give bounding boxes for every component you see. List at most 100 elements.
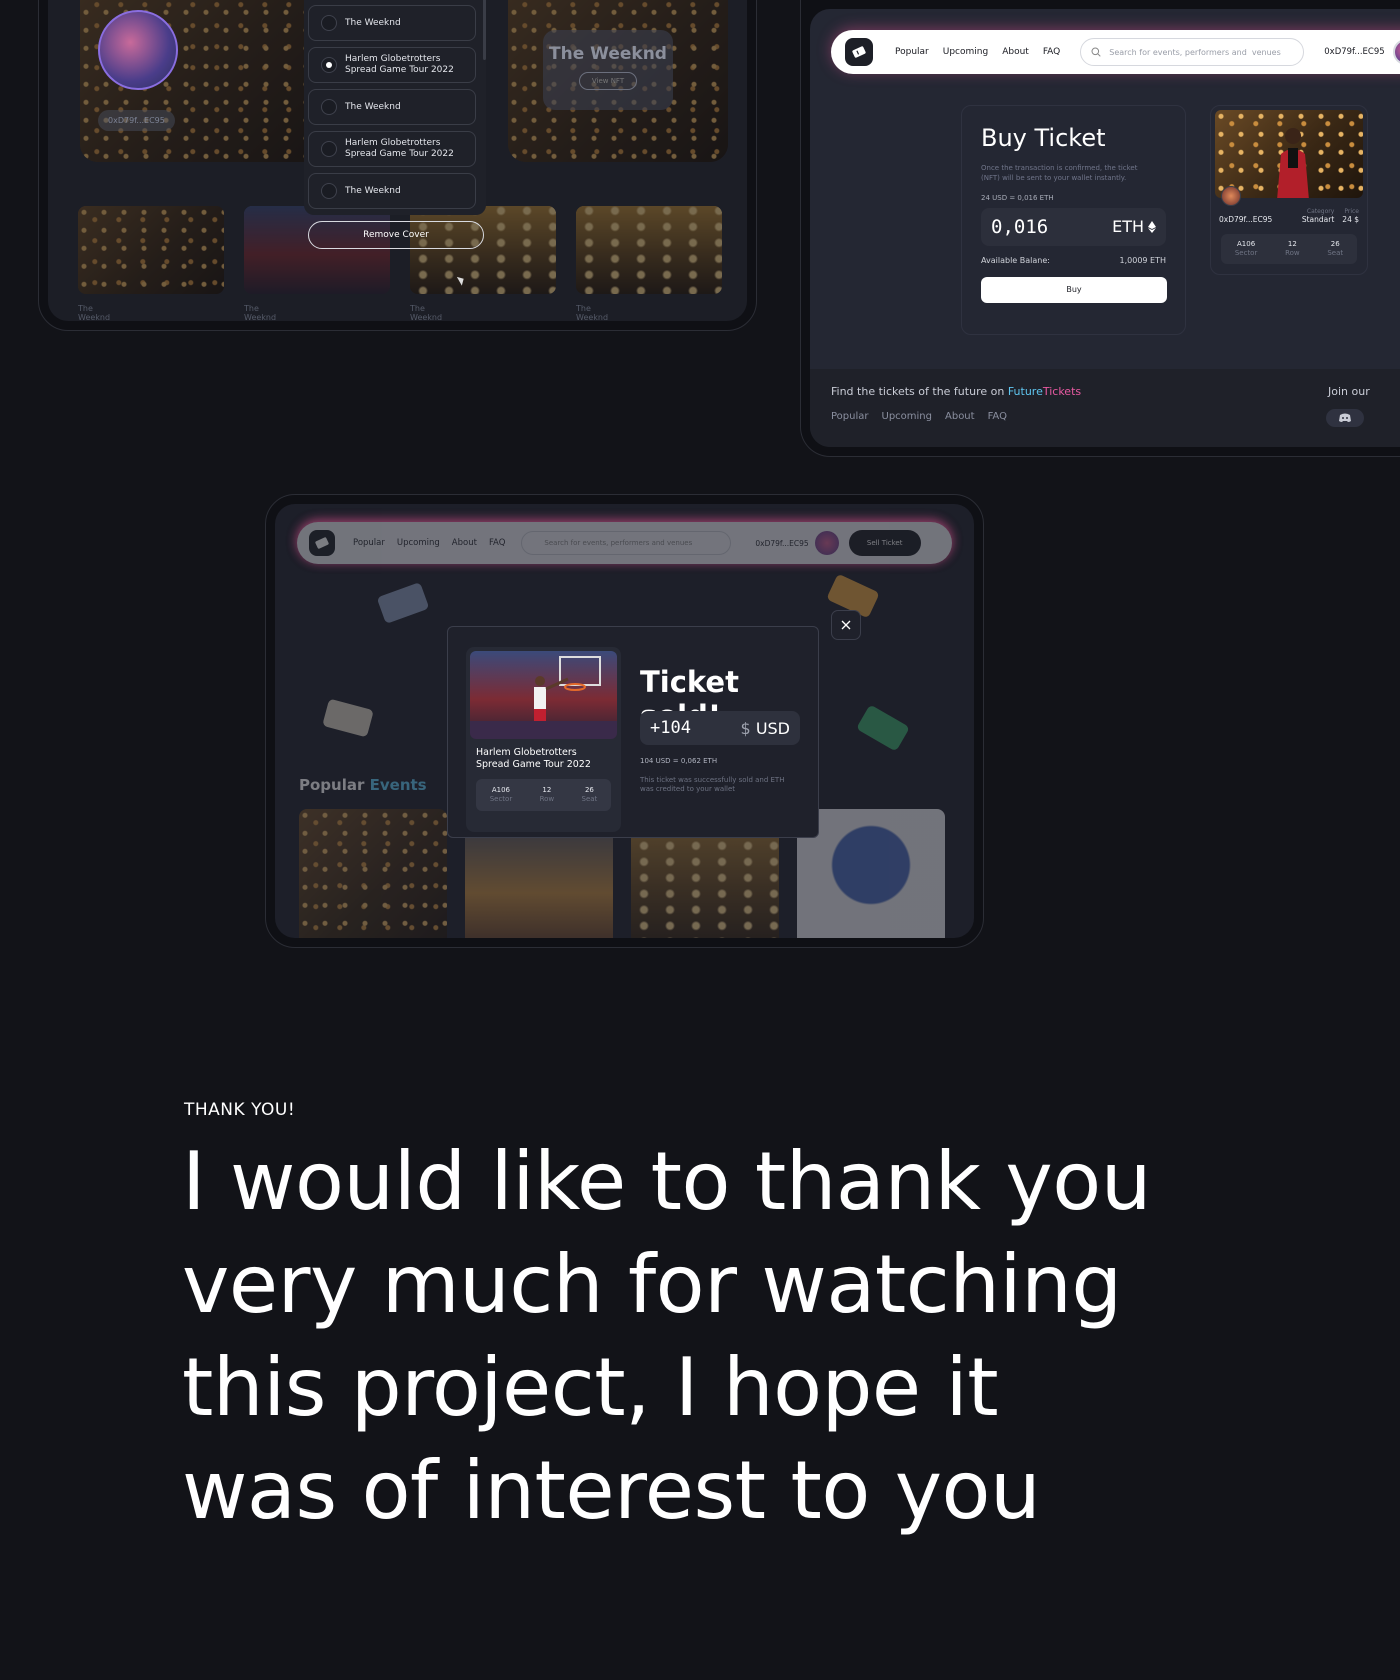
dropdown-option[interactable]: The Weeknd [308,173,476,209]
nft-ticket-card: 0xD79f...EC95 Category Standart Price 24 $… [1210,105,1368,275]
seat-sector: A106 Sector [490,786,513,804]
basketball-scene [470,656,617,739]
event-thumb[interactable] [576,206,722,294]
join-community-label: Join our [1328,385,1370,398]
thank-you-line: very much for watching [182,1238,1122,1331]
event-card[interactable] [797,809,945,938]
featured-event-image: The Weeknd View NFT [508,0,728,162]
sold-note: This ticket was successfully sold and ET… [640,776,785,794]
seat-label: Sector [1234,249,1258,257]
search-input[interactable] [1109,47,1290,57]
device-mockup-center: Popular Upcoming About FAQ Search for ev… [265,494,984,948]
sold-currency: $ USD [741,719,790,738]
seat-label: Seat [581,794,598,803]
nft-owner: 0xD79f...EC95 [1219,215,1273,224]
seat-value: 26 [1330,239,1340,248]
exchange-rate: 24 USD = 0,016 ETH [981,193,1054,202]
footer [810,369,1400,447]
popular-events-heading: Popular Events [299,776,427,794]
radio-icon[interactable] [321,183,337,199]
ethereum-icon [1148,220,1156,233]
sold-exchange-rate: 104 USD = 0,062 ETH [640,757,718,765]
buy-ticket-title: Buy Ticket [981,124,1106,152]
nav-link-faq[interactable]: FAQ [1043,47,1060,57]
search-bar[interactable] [1080,38,1305,66]
seat-label: Sector [489,794,513,803]
close-icon [841,620,851,630]
footer-link-popular[interactable]: Popular [831,411,869,422]
device-mockup-top-left: 0xD79f...EC95 The Weeknd View NFT The We… [38,0,757,331]
dropdown-option[interactable]: The Weeknd [308,5,476,41]
close-modal-button[interactable] [831,610,861,640]
thumb-caption: The Weeknd [244,304,277,321]
performer-figure [1277,128,1309,198]
seat-value: A106 [1237,239,1256,248]
nft-meta: 0xD79f...EC95 Category Standart Price 24 $ [1215,208,1363,224]
radio-icon[interactable] [321,15,337,31]
dollar-sign: $ [740,718,751,738]
footer-link-about[interactable]: About [945,411,975,422]
thank-you-message: I would like to thank you very much for … [182,1130,1182,1542]
user-avatar[interactable] [1392,39,1400,65]
dropdown-scrollbar[interactable] [483,0,486,60]
seat-info: A106 Sector 12 Row 26 Seat [1221,234,1357,264]
ticket-decor [856,704,910,752]
sold-event-image [470,651,617,739]
seat-seat: 26 Seat [1327,240,1343,258]
footer-link-faq[interactable]: FAQ [988,411,1007,422]
dropdown-option[interactable]: The Weeknd [308,89,476,125]
seat-label: Row [1285,249,1300,257]
currency-select[interactable]: ETH [1112,217,1156,236]
radio-icon[interactable] [321,99,337,115]
nav-link-popular[interactable]: Popular [895,47,929,57]
available-balance: Available Balane: 1,0009 ETH [981,256,1166,265]
top-navbar: Popular Upcoming About FAQ 0xD79f...EC95 [831,30,1400,74]
ticket-decor [322,698,374,738]
event-thumb[interactable] [78,206,224,294]
ticket-logo-icon[interactable] [845,38,873,66]
footer-tagline: Find the tickets of the future on Future… [831,385,1081,398]
seat-value: 26 [584,785,594,794]
price-value: 24 $ [1342,215,1359,224]
option-label: Harlem Globetrotters Spread Game Tour 20… [345,54,454,75]
radio-icon[interactable] [321,141,337,157]
sold-ticket-card: Harlem Globetrotters Spread Game Tour 20… [466,647,621,832]
nft-event-image [1215,110,1363,198]
remove-cover-button[interactable]: Remove Cover [308,221,484,249]
featured-event-title: The Weeknd [549,44,667,64]
dropdown-option-selected[interactable]: Harlem Globetrotters Spread Game Tour 20… [308,47,476,83]
tagline-text: Find the tickets of the future on [831,385,1008,398]
profile-cover-image: 0xD79f...EC95 [80,0,320,162]
seat-row: 12 Row [1285,240,1300,258]
thank-you-line: this project, I hope it [182,1341,999,1434]
nav-link-about[interactable]: About [1002,47,1029,57]
balance-label: Available Balane: [981,255,1050,265]
sold-amount-field: +104 $ USD [640,711,800,745]
popular-word: Popular [299,776,365,794]
amount-value[interactable]: 0,016 [991,216,1048,238]
category-value: Standart [1301,215,1335,224]
brand-tickets[interactable]: Tickets [1043,385,1081,398]
device-mockup-top-right: Popular Upcoming About FAQ 0xD79f...EC95… [800,0,1400,457]
thumb-caption: The Weeknd [576,304,609,321]
option-label: The Weeknd [345,185,401,196]
currency-label: USD [755,718,790,738]
screen-profile: 0xD79f...EC95 The Weeknd View NFT The We… [48,0,747,321]
brand-future[interactable]: Future [1008,385,1043,398]
radio-checked-icon[interactable] [321,57,337,73]
dropdown-option-hovered[interactable]: Harlem Globetrotters Spread Game Tour 20… [308,131,476,286]
event-card[interactable] [299,809,447,938]
footer-link-upcoming[interactable]: Upcoming [882,411,933,422]
profile-address: 0xD79f...EC95 [98,110,175,131]
buy-button[interactable]: Buy [981,276,1167,303]
wallet-address[interactable]: 0xD79f...EC95 [1324,47,1384,57]
thumb-caption: The Weeknd [410,304,443,321]
sold-amount: +104 [650,718,691,738]
discord-icon[interactable] [1326,409,1364,427]
nav-link-upcoming[interactable]: Upcoming [943,47,988,57]
amount-field[interactable]: 0,016 ETH [981,207,1166,246]
thank-you-line: I would like to thank you [182,1135,1151,1228]
view-nft-button[interactable]: View NFT [578,72,638,90]
seat-row: 12 Row [540,786,555,804]
owner-avatar [1221,186,1241,206]
